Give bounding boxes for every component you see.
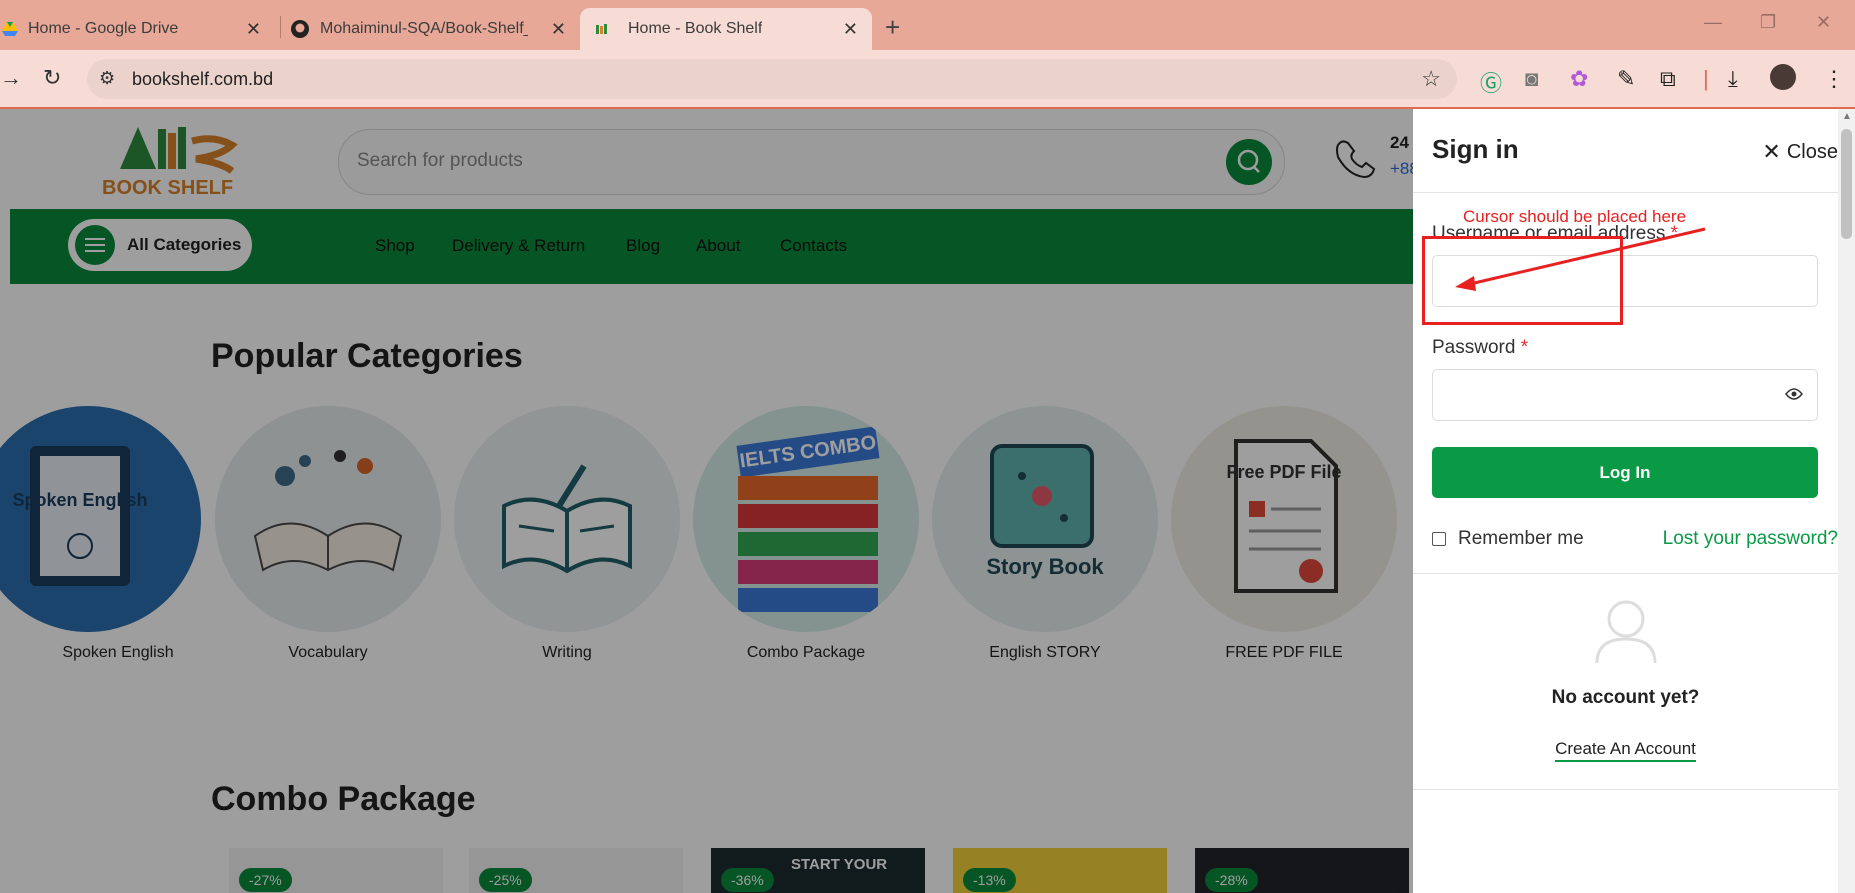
minimize-icon[interactable]: —	[1704, 12, 1722, 33]
modal-backdrop[interactable]	[0, 109, 1413, 893]
reload-icon[interactable]: ↻	[43, 65, 61, 91]
create-account-link[interactable]: Create An Account	[1413, 739, 1838, 762]
eyedropper-icon[interactable]: ✎	[1617, 66, 1635, 92]
password-label: Password *	[1432, 337, 1528, 359]
close-panel-button[interactable]: ✕ Close	[1762, 139, 1838, 165]
address-bar[interactable]: ⚙ bookshelf.com.bd ☆	[87, 59, 1457, 99]
no-account-text: No account yet?	[1551, 687, 1700, 708]
book-shelf-favicon-icon	[596, 24, 607, 34]
profile-avatar[interactable]	[1770, 64, 1796, 96]
scrollbar-thumb[interactable]	[1841, 129, 1852, 239]
tab-strip: Home - Google Drive ✕ Mohaiminul-SQA/Boo…	[0, 0, 1855, 50]
close-tab-icon[interactable]: ✕	[843, 19, 858, 40]
tab-divider	[280, 16, 281, 38]
forward-icon[interactable]: →	[0, 65, 22, 91]
tab-github[interactable]: Mohaiminul-SQA/Book-Shelf_M ✕	[290, 8, 580, 50]
annotation-highlight-box	[1422, 236, 1623, 325]
tab-book-shelf[interactable]: Home - Book Shelf ✕	[580, 8, 872, 50]
remember-label: Remember me	[1458, 528, 1584, 549]
login-button[interactable]: Log In	[1432, 447, 1818, 498]
camera-icon[interactable]: ◙	[1525, 66, 1538, 92]
tab-title: Home - Google Drive	[28, 20, 179, 37]
eye-icon[interactable]	[1785, 387, 1803, 401]
close-tab-icon[interactable]: ✕	[246, 19, 261, 40]
grammarly-icon[interactable]: Ⓖ	[1480, 66, 1502, 98]
close-tab-icon[interactable]: ✕	[551, 19, 566, 40]
close-label: Close	[1786, 140, 1838, 163]
download-icon[interactable]: ⤓	[1728, 66, 1738, 92]
tab-google-drive[interactable]: Home - Google Drive ✕	[0, 8, 275, 50]
more-menu-icon[interactable]: ⋮	[1823, 66, 1845, 92]
scroll-up-icon[interactable]: ▲	[1842, 111, 1852, 122]
divider	[1413, 192, 1838, 193]
tab-title: Mohaiminul-SQA/Book-Shelf_M	[320, 20, 528, 37]
divider	[1413, 573, 1838, 574]
restore-icon[interactable]: ❐	[1760, 12, 1776, 33]
new-tab-icon[interactable]: +	[885, 12, 900, 43]
close-icon: ✕	[1762, 139, 1781, 164]
site-info-icon[interactable]: ⚙	[99, 68, 115, 89]
signin-title: Sign in	[1432, 134, 1519, 164]
browser-toolbar: → ↻ ⚙ bookshelf.com.bd ☆ Ⓖ ◙ ✿ ✎ ⧉ | ⤓ ⋮	[0, 50, 1855, 108]
remember-checkbox[interactable]	[1432, 532, 1446, 546]
divider	[1413, 789, 1838, 790]
lost-password-link[interactable]: Lost your password?	[1663, 528, 1838, 550]
window-close-icon[interactable]: ✕	[1816, 12, 1831, 33]
annotation-text: Cursor should be placed here	[1463, 207, 1687, 226]
extensions-icon[interactable]: ⧉	[1660, 66, 1676, 92]
required-mark: *	[1520, 337, 1529, 358]
panel-scrollbar[interactable]: ▲	[1838, 109, 1855, 893]
google-drive-icon	[2, 22, 18, 36]
toolbar-divider: |	[1703, 66, 1709, 91]
brain-extension-icon[interactable]: ✿	[1570, 66, 1588, 92]
password-label-text: Password	[1432, 337, 1516, 358]
password-input[interactable]	[1432, 369, 1818, 421]
remember-me[interactable]: Remember me	[1432, 528, 1584, 550]
url-text: bookshelf.com.bd	[132, 69, 274, 89]
github-icon	[291, 20, 309, 38]
create-account-label: Create An Account	[1555, 739, 1696, 762]
user-avatar-icon	[1595, 600, 1657, 664]
bookmark-star-icon[interactable]: ☆	[1421, 66, 1441, 92]
tab-title: Home - Book Shelf	[628, 20, 763, 37]
